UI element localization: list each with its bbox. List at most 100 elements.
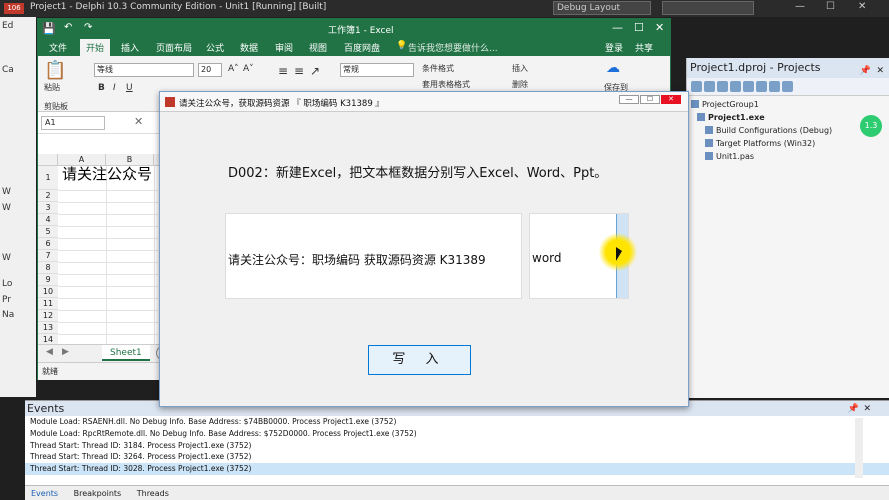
decrease-font-icon[interactable]: A˅ xyxy=(243,64,254,74)
excel-minimize-icon[interactable]: — xyxy=(612,21,623,34)
table-format-button[interactable]: 套用表格格式 xyxy=(422,79,470,90)
save-icon[interactable]: 💾 xyxy=(42,22,56,35)
pin-icon[interactable]: 📌 xyxy=(860,61,871,81)
row-header[interactable]: 3 xyxy=(38,202,58,214)
tab-view[interactable]: 视图 xyxy=(309,41,327,54)
tab-breakpoints[interactable]: Breakpoints xyxy=(68,487,128,500)
tab-threads[interactable]: Threads xyxy=(131,487,175,500)
text-memo[interactable]: 请关注公众号：职场编码 获取源码资源 K31389 xyxy=(225,213,522,299)
select-all-corner[interactable] xyxy=(38,154,58,166)
gridline xyxy=(58,274,158,275)
row-header[interactable]: 4 xyxy=(38,214,58,226)
toolbar-icon[interactable] xyxy=(782,81,793,92)
pin-icon[interactable]: 📌 xyxy=(848,402,859,417)
sheet-next-icon[interactable]: ▶ xyxy=(62,347,69,357)
gridline xyxy=(58,286,158,287)
toolbar-icon[interactable] xyxy=(769,81,780,92)
bold-icon[interactable]: B xyxy=(98,83,105,93)
row-header[interactable]: 2 xyxy=(38,190,58,202)
share-button[interactable]: 共享 xyxy=(635,41,653,54)
toolbar-icon[interactable] xyxy=(691,81,702,92)
tab-data[interactable]: 数据 xyxy=(240,41,258,54)
cancel-icon[interactable]: ✕ xyxy=(134,115,143,128)
event-line-selected[interactable]: Thread Start: Thread ID: 3028. Process P… xyxy=(25,463,889,475)
project-group-icon xyxy=(691,100,699,108)
font-name-select[interactable]: 等线 xyxy=(94,63,194,77)
project-panel-header: Project1.dproj - Projects 📌 ✕ xyxy=(687,58,889,78)
orientation-icon[interactable]: ↗ xyxy=(310,64,320,78)
excel-restore-icon[interactable]: ☐ xyxy=(634,21,644,34)
events-title: Events xyxy=(27,402,65,415)
events-tabs: Events Breakpoints Threads xyxy=(25,485,889,500)
dialog-maximize-icon[interactable]: ☐ xyxy=(640,95,660,104)
sheet-prev-icon[interactable]: ◀ xyxy=(46,347,53,357)
tree-node-target-platforms[interactable]: Target Platforms (Win32) xyxy=(691,137,885,150)
dialog-close-icon[interactable]: ✕ xyxy=(661,95,681,104)
font-size-select[interactable]: 20 xyxy=(198,63,222,77)
row-header[interactable]: 11 xyxy=(38,298,58,310)
row-header[interactable]: 5 xyxy=(38,226,58,238)
row-header[interactable]: 6 xyxy=(38,238,58,250)
row-header[interactable]: 7 xyxy=(38,250,58,262)
close-icon[interactable]: ✕ xyxy=(876,61,884,81)
ide-minimize-icon[interactable]: — xyxy=(795,1,805,12)
toolbar-icon[interactable] xyxy=(704,81,715,92)
tell-me-input[interactable]: 告诉我您想要做什么... xyxy=(408,41,498,54)
row-header[interactable]: 10 xyxy=(38,286,58,298)
tab-formulas[interactable]: 公式 xyxy=(206,41,224,54)
ide-maximize-icon[interactable]: ☐ xyxy=(826,1,835,12)
dialog-minimize-icon[interactable]: — xyxy=(619,95,639,104)
write-button[interactable]: 写 入 xyxy=(368,345,471,375)
event-line[interactable]: Thread Start: Thread ID: 3264. Process P… xyxy=(25,451,889,463)
tree-node-project[interactable]: Project1.exe xyxy=(691,111,885,124)
ide-search-input[interactable] xyxy=(662,1,754,15)
row-header[interactable]: 1 xyxy=(38,166,58,190)
redo-icon[interactable]: ↷ xyxy=(84,22,92,33)
login-link[interactable]: 登录 xyxy=(605,41,623,54)
sheet-tab-sheet1[interactable]: Sheet1 xyxy=(102,345,150,361)
underline-icon[interactable]: U xyxy=(126,83,133,93)
tab-file[interactable]: 文件 xyxy=(49,41,67,54)
tab-insert[interactable]: 插入 xyxy=(121,41,139,54)
tab-page-layout[interactable]: 页面布局 xyxy=(156,41,192,54)
number-format-select[interactable]: 常规 xyxy=(340,63,414,77)
delete-cells-button[interactable]: 删除 xyxy=(512,79,528,90)
ide-close-icon[interactable]: ✕ xyxy=(858,1,866,12)
row-header[interactable]: 8 xyxy=(38,262,58,274)
baidu-cloud-icon[interactable]: ☁ xyxy=(606,60,620,76)
tree-node-unit1[interactable]: Unit1.pas xyxy=(691,150,885,163)
increase-font-icon[interactable]: A˄ xyxy=(228,64,239,74)
tree-node-build-config[interactable]: Build Configurations (Debug) xyxy=(691,124,885,137)
align-middle-icon[interactable]: ≡ xyxy=(294,64,304,78)
tree-node-project-group[interactable]: ProjectGroup1 xyxy=(691,98,885,111)
insert-cells-button[interactable]: 插入 xyxy=(512,63,528,74)
conditional-format-button[interactable]: 条件格式 xyxy=(422,63,454,74)
tab-events[interactable]: Events xyxy=(25,487,64,500)
align-top-icon[interactable]: ≡ xyxy=(278,64,288,78)
toolbar-icon[interactable] xyxy=(756,81,767,92)
paste-label[interactable]: 粘贴 xyxy=(44,82,60,93)
row-header[interactable]: 13 xyxy=(38,322,58,334)
row-header[interactable]: 9 xyxy=(38,274,58,286)
refresh-icon[interactable] xyxy=(730,81,741,92)
gridline xyxy=(58,250,158,251)
toolbar-icon[interactable] xyxy=(717,81,728,92)
event-line[interactable]: Module Load: RSAENH.dll. No Debug Info. … xyxy=(25,416,889,428)
events-scrollbar[interactable] xyxy=(855,418,863,478)
tab-baidu-pan[interactable]: 百度网盘 xyxy=(344,41,380,54)
undo-icon[interactable]: ↶ xyxy=(64,22,72,33)
close-icon[interactable]: ✕ xyxy=(863,402,871,417)
event-line[interactable]: Thread Start: Thread ID: 3184. Process P… xyxy=(25,440,889,452)
tab-review[interactable]: 审阅 xyxy=(275,41,293,54)
excel-close-icon[interactable]: ✕ xyxy=(655,21,664,34)
toolbar-icon[interactable] xyxy=(743,81,754,92)
tab-home[interactable]: 开始 xyxy=(80,39,111,56)
italic-icon[interactable]: I xyxy=(113,83,116,93)
layout-select[interactable]: Debug Layout xyxy=(553,1,651,15)
gridline xyxy=(58,298,158,299)
event-line[interactable]: Module Load: RpcRtRemote.dll. No Debug I… xyxy=(25,428,889,440)
paste-icon[interactable]: 📋 xyxy=(44,60,66,81)
row-header[interactable]: 12 xyxy=(38,310,58,322)
name-box[interactable]: A1 xyxy=(41,116,105,130)
excel-title: 工作簿1 - Excel xyxy=(328,26,394,36)
